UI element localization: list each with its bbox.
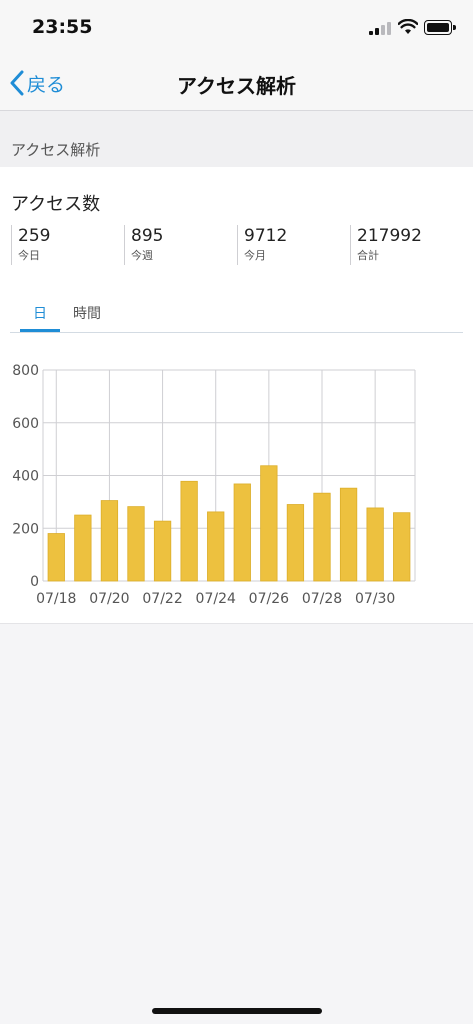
stat-week-value: 895	[131, 226, 164, 246]
bar-07/31	[393, 512, 411, 582]
navigation-bar: 戻る アクセス解析	[0, 56, 473, 111]
y-tick-label: 0	[30, 574, 39, 590]
y-tick-label: 400	[12, 469, 39, 485]
status-time: 23:55	[32, 16, 93, 38]
x-tick-label: 07/18	[36, 591, 76, 607]
tab-day[interactable]: 日	[20, 303, 60, 332]
stat-total: 217992 合計	[350, 225, 422, 265]
bar-07/28	[313, 492, 331, 582]
bar-07/29	[339, 487, 358, 582]
x-tick-label: 07/24	[196, 591, 236, 607]
bar-07/21	[127, 506, 145, 582]
page-title: アクセス解析	[177, 74, 296, 98]
stat-week: 895 今週	[124, 225, 163, 265]
stat-week-label: 今週	[131, 249, 153, 262]
bar-07/26	[260, 465, 278, 582]
stat-total-label: 合計	[357, 249, 379, 262]
x-tick-label: 07/22	[142, 591, 182, 607]
daily-access-bar-chart: 0 200 400 600 800 07/18 07/20 07/22 07/24 07/26 07…	[12, 363, 416, 607]
bar-07/20	[100, 500, 119, 582]
bar-07/27	[286, 504, 305, 582]
stat-month-label: 今月	[244, 249, 266, 262]
stat-today-label: 今日	[18, 249, 40, 262]
bar-07/30	[366, 507, 384, 582]
battery-icon	[424, 20, 456, 35]
access-card: アクセス数 259 今日 895 今週 9712 今月 217992 合計 日 …	[0, 167, 473, 624]
bar-07/23	[180, 480, 198, 582]
stat-today: 259 今日	[11, 225, 50, 265]
bar-07/18	[47, 533, 65, 582]
y-tick-label: 600	[12, 416, 39, 432]
stat-total-value: 217992	[357, 226, 422, 246]
bar-07/25	[233, 483, 251, 582]
stat-month-value: 9712	[244, 226, 288, 246]
bar-07/24	[207, 511, 225, 582]
x-tick-label: 07/26	[249, 591, 289, 607]
section-header-label: アクセス解析	[11, 141, 101, 159]
x-tick-label: 07/20	[89, 591, 129, 607]
period-tabs: 日 時間	[10, 291, 463, 333]
section-header: アクセス解析	[0, 111, 473, 167]
access-count-title: アクセス数	[11, 194, 101, 215]
y-tick-label: 800	[12, 363, 39, 379]
stat-month: 9712 今月	[237, 225, 287, 265]
status-bar: 23:55	[0, 0, 473, 56]
bar-07/19	[74, 514, 92, 582]
cellular-signal-icon	[369, 21, 391, 35]
wifi-icon	[398, 19, 418, 34]
x-tick-label: 07/30	[355, 591, 395, 607]
home-indicator	[152, 1008, 322, 1014]
tab-hour[interactable]: 時間	[70, 303, 104, 323]
bar-07/22	[153, 520, 172, 582]
stat-today-value: 259	[18, 226, 51, 246]
x-tick-label: 07/28	[302, 591, 342, 607]
y-tick-label: 200	[12, 521, 39, 537]
